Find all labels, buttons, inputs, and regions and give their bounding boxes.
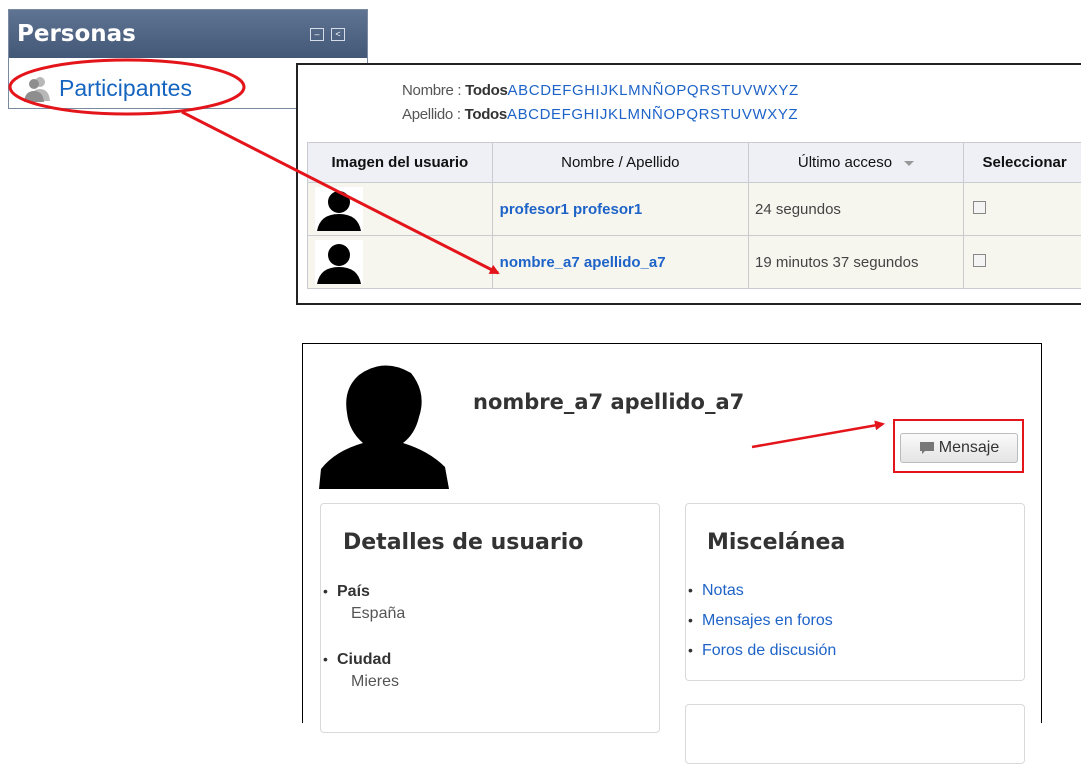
column-last-access-label: Último acceso xyxy=(798,154,892,171)
user-name-link[interactable]: profesor1 profesor1 xyxy=(492,183,748,236)
profile-avatar-icon xyxy=(319,359,449,489)
first-name-filter: Nombre : TodosABCDEFGHIJKLMNÑOPQRSTUVWXY… xyxy=(402,82,799,99)
select-checkbox[interactable] xyxy=(973,201,986,214)
table-header-row: Imagen del usuario Nombre / Apellido Últ… xyxy=(308,143,1081,183)
table-row: nombre_a7 apellido_a7 19 minutos 37 segu… xyxy=(308,236,1081,289)
participants-table-panel: Nombre : TodosABCDEFGHIJKLMNÑOPQRSTUVWXY… xyxy=(296,63,1081,305)
forum-discussions-link[interactable]: Foros de discusión xyxy=(702,642,836,659)
column-select: Seleccionar xyxy=(964,143,1081,183)
personas-block-title: Personas xyxy=(17,21,136,47)
notes-link[interactable]: Notas xyxy=(702,582,744,599)
detail-city: Ciudad Mieres xyxy=(323,651,643,691)
last-name-filter-label: Apellido : xyxy=(402,106,465,123)
message-button[interactable]: Mensaje xyxy=(900,433,1018,463)
participants-link[interactable]: Participantes xyxy=(23,74,192,102)
last-access-value: 24 segundos xyxy=(749,183,964,236)
collapse-block-icon[interactable]: – xyxy=(310,28,324,41)
column-last-access[interactable]: Último acceso xyxy=(749,143,964,183)
speech-bubble-icon xyxy=(919,441,935,455)
user-group-icon xyxy=(23,74,51,102)
sort-desc-icon xyxy=(904,161,914,166)
user-avatar-cell xyxy=(308,236,493,289)
user-details-card: Detalles de usuario País España Ciudad M… xyxy=(320,503,660,733)
misc-link-item: Notas xyxy=(688,582,1008,600)
detail-value: Mieres xyxy=(337,673,643,691)
misc-link-item: Foros de discusión xyxy=(688,642,1008,660)
user-profile-panel: nombre_a7 apellido_a7 Mensaje Detalles d… xyxy=(302,343,1042,723)
letter-links[interactable]: ABCDEFGHIJKLMNÑOPQRSTUVWXYZ xyxy=(508,82,799,99)
profile-name: nombre_a7 apellido_a7 xyxy=(473,390,744,414)
user-details-title: Detalles de usuario xyxy=(343,530,583,555)
letter-links[interactable]: ABCDEFGHIJKLMNÑOPQRSTUVWXYZ xyxy=(507,106,798,123)
detail-country: País España xyxy=(323,583,643,623)
user-name-link[interactable]: nombre_a7 apellido_a7 xyxy=(492,236,748,289)
avatar-icon[interactable] xyxy=(315,240,363,284)
select-checkbox[interactable] xyxy=(973,254,986,267)
avatar-icon[interactable] xyxy=(315,187,363,231)
misc-title: Miscelánea xyxy=(707,530,845,555)
participants-link-label: Participantes xyxy=(59,75,192,102)
misc-link-item: Mensajes en foros xyxy=(688,612,1008,630)
table-row: profesor1 profesor1 24 segundos xyxy=(308,183,1081,236)
last-name-filter: Apellido : TodosABCDEFGHIJKLMNÑOPQRSTUVW… xyxy=(402,106,798,123)
participants-table: Imagen del usuario Nombre / Apellido Últ… xyxy=(307,142,1081,289)
filter-all-link[interactable]: Todos xyxy=(465,82,507,99)
first-name-filter-label: Nombre : xyxy=(402,82,465,99)
detail-label: Ciudad xyxy=(337,651,643,669)
user-details-list: País España Ciudad Mieres xyxy=(323,583,643,691)
column-user-image: Imagen del usuario xyxy=(308,143,493,183)
forum-posts-link[interactable]: Mensajes en foros xyxy=(702,612,833,629)
personas-block-header: Personas – < xyxy=(9,10,367,58)
select-cell xyxy=(964,236,1081,289)
secondary-card xyxy=(685,704,1025,764)
dock-block-icon[interactable]: < xyxy=(331,28,345,41)
column-name[interactable]: Nombre / Apellido xyxy=(492,143,748,183)
misc-card: Miscelánea Notas Mensajes en foros Foros… xyxy=(685,503,1025,681)
select-cell xyxy=(964,183,1081,236)
detail-value: España xyxy=(337,605,643,623)
detail-label: País xyxy=(337,583,643,601)
filter-all-link[interactable]: Todos xyxy=(465,106,507,123)
last-access-value: 19 minutos 37 segundos xyxy=(749,236,964,289)
message-highlight: Mensaje xyxy=(893,419,1024,473)
message-button-label: Mensaje xyxy=(939,439,999,457)
misc-links: Notas Mensajes en foros Foros de discusi… xyxy=(688,582,1008,660)
user-avatar-cell xyxy=(308,183,493,236)
